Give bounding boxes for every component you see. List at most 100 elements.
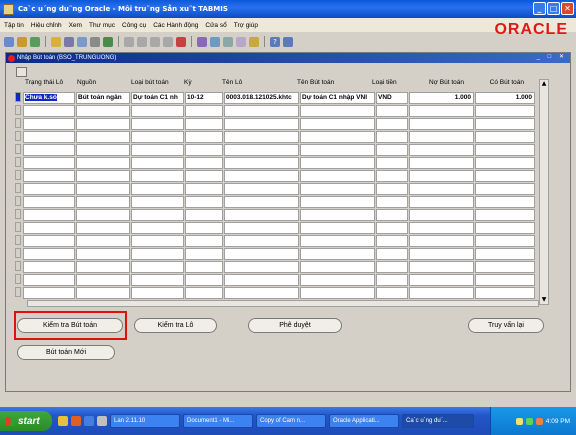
cell-source[interactable] — [76, 248, 130, 260]
cell-journal[interactable]: Dự toán C1 nhập VNI — [300, 92, 375, 104]
cell-credit[interactable] — [475, 222, 535, 234]
cell-journal[interactable] — [300, 261, 375, 273]
cell-debit[interactable] — [409, 157, 474, 169]
cell-debit[interactable]: 1.000 — [409, 92, 474, 104]
cell-status[interactable] — [23, 157, 75, 169]
cell-credit[interactable] — [475, 235, 535, 247]
cell-currency[interactable] — [376, 170, 408, 182]
cell-period[interactable] — [185, 261, 223, 273]
minimize-button[interactable]: _ — [533, 2, 546, 15]
table-row[interactable] — [15, 287, 550, 299]
cell-batch[interactable] — [224, 183, 299, 195]
cell-category[interactable] — [131, 183, 184, 195]
cell-batch[interactable] — [224, 235, 299, 247]
task-document1[interactable]: Document1 - Mi... — [183, 414, 253, 428]
cell-source[interactable] — [76, 287, 130, 299]
row-indicator[interactable] — [15, 183, 21, 193]
table-row[interactable] — [15, 118, 550, 130]
cell-batch[interactable] — [224, 157, 299, 169]
cell-status[interactable] — [23, 144, 75, 156]
row-indicator[interactable] — [15, 157, 21, 167]
cell-currency[interactable] — [376, 287, 408, 299]
cell-period[interactable]: 10-12 — [185, 92, 223, 104]
cell-period[interactable] — [185, 105, 223, 117]
row-indicator[interactable] — [15, 131, 21, 141]
cell-journal[interactable] — [300, 118, 375, 130]
cell-period[interactable] — [185, 131, 223, 143]
cell-debit[interactable] — [409, 209, 474, 221]
cell-journal[interactable] — [300, 222, 375, 234]
table-row[interactable] — [15, 157, 550, 169]
cell-journal[interactable] — [300, 235, 375, 247]
cell-currency[interactable] — [376, 131, 408, 143]
query-again-button[interactable]: Truy vấn lại — [468, 318, 544, 333]
cell-credit[interactable] — [475, 118, 535, 130]
cell-currency[interactable] — [376, 105, 408, 117]
cell-category[interactable] — [131, 118, 184, 130]
close-button[interactable]: ✕ — [561, 2, 574, 15]
cell-category[interactable] — [131, 287, 184, 299]
cell-category[interactable]: Dự toán C1 nh — [131, 92, 184, 104]
window-help-icon[interactable] — [283, 36, 293, 47]
check-batch-button[interactable]: Kiểm tra Lô — [134, 318, 217, 333]
cell-source[interactable] — [76, 261, 130, 273]
cell-category[interactable] — [131, 170, 184, 182]
cell-journal[interactable] — [300, 105, 375, 117]
cut-icon[interactable] — [124, 36, 134, 47]
cell-currency[interactable]: VND — [376, 92, 408, 104]
cell-currency[interactable] — [376, 274, 408, 286]
tray-network-icon[interactable] — [525, 417, 533, 425]
cell-debit[interactable] — [409, 274, 474, 286]
cell-debit[interactable] — [409, 261, 474, 273]
cell-currency[interactable] — [376, 248, 408, 260]
cell-period[interactable] — [185, 183, 223, 195]
cell-debit[interactable] — [409, 144, 474, 156]
paste-icon[interactable] — [150, 36, 160, 47]
cell-currency[interactable] — [376, 118, 408, 130]
cell-journal[interactable] — [300, 157, 375, 169]
menu-folder[interactable]: Thư mục — [89, 22, 115, 29]
cell-period[interactable] — [185, 248, 223, 260]
table-row[interactable] — [15, 209, 550, 221]
cell-category[interactable] — [131, 248, 184, 260]
cell-credit[interactable] — [475, 196, 535, 208]
row-indicator[interactable] — [15, 287, 21, 297]
cell-debit[interactable] — [409, 105, 474, 117]
cell-credit[interactable] — [475, 131, 535, 143]
cell-journal[interactable] — [300, 274, 375, 286]
navigator-icon[interactable] — [30, 36, 40, 47]
cell-batch[interactable]: 0003.018.121025.khtc — [224, 92, 299, 104]
cell-period[interactable] — [185, 170, 223, 182]
form-titlebar[interactable]: Nhập Bút toán (BSO_TRUNGUONG) _ □ ✕ — [6, 53, 570, 63]
cell-status[interactable] — [23, 209, 75, 221]
cell-status[interactable] — [23, 274, 75, 286]
task-lan[interactable]: Lan 2.11.10 — [110, 414, 180, 428]
table-row[interactable] — [15, 222, 550, 234]
cell-credit[interactable] — [475, 144, 535, 156]
menu-actions[interactable]: Các Hành động — [153, 22, 198, 29]
cell-category[interactable] — [131, 222, 184, 234]
cell-batch[interactable] — [224, 209, 299, 221]
table-row[interactable] — [15, 105, 550, 117]
cell-source[interactable] — [76, 157, 130, 169]
delete-record-icon[interactable] — [176, 36, 186, 47]
cell-category[interactable] — [131, 261, 184, 273]
folder-tools-icon[interactable] — [249, 36, 259, 47]
row-indicator[interactable] — [15, 248, 21, 258]
table-row[interactable] — [15, 170, 550, 182]
cell-batch[interactable] — [224, 248, 299, 260]
cell-debit[interactable] — [409, 118, 474, 130]
cell-category[interactable] — [131, 209, 184, 221]
attachments-icon[interactable] — [236, 36, 246, 47]
row-indicator[interactable] — [15, 105, 21, 115]
table-row[interactable] — [15, 261, 550, 273]
cell-currency[interactable] — [376, 222, 408, 234]
tray-shield-icon[interactable] — [515, 417, 523, 425]
cell-batch[interactable] — [224, 144, 299, 156]
quicklaunch-mail-icon[interactable] — [97, 416, 107, 426]
cell-credit[interactable] — [475, 183, 535, 195]
cell-status[interactable] — [23, 261, 75, 273]
cell-status[interactable] — [23, 105, 75, 117]
quicklaunch-desktop-icon[interactable] — [58, 416, 68, 426]
cell-credit[interactable] — [475, 274, 535, 286]
